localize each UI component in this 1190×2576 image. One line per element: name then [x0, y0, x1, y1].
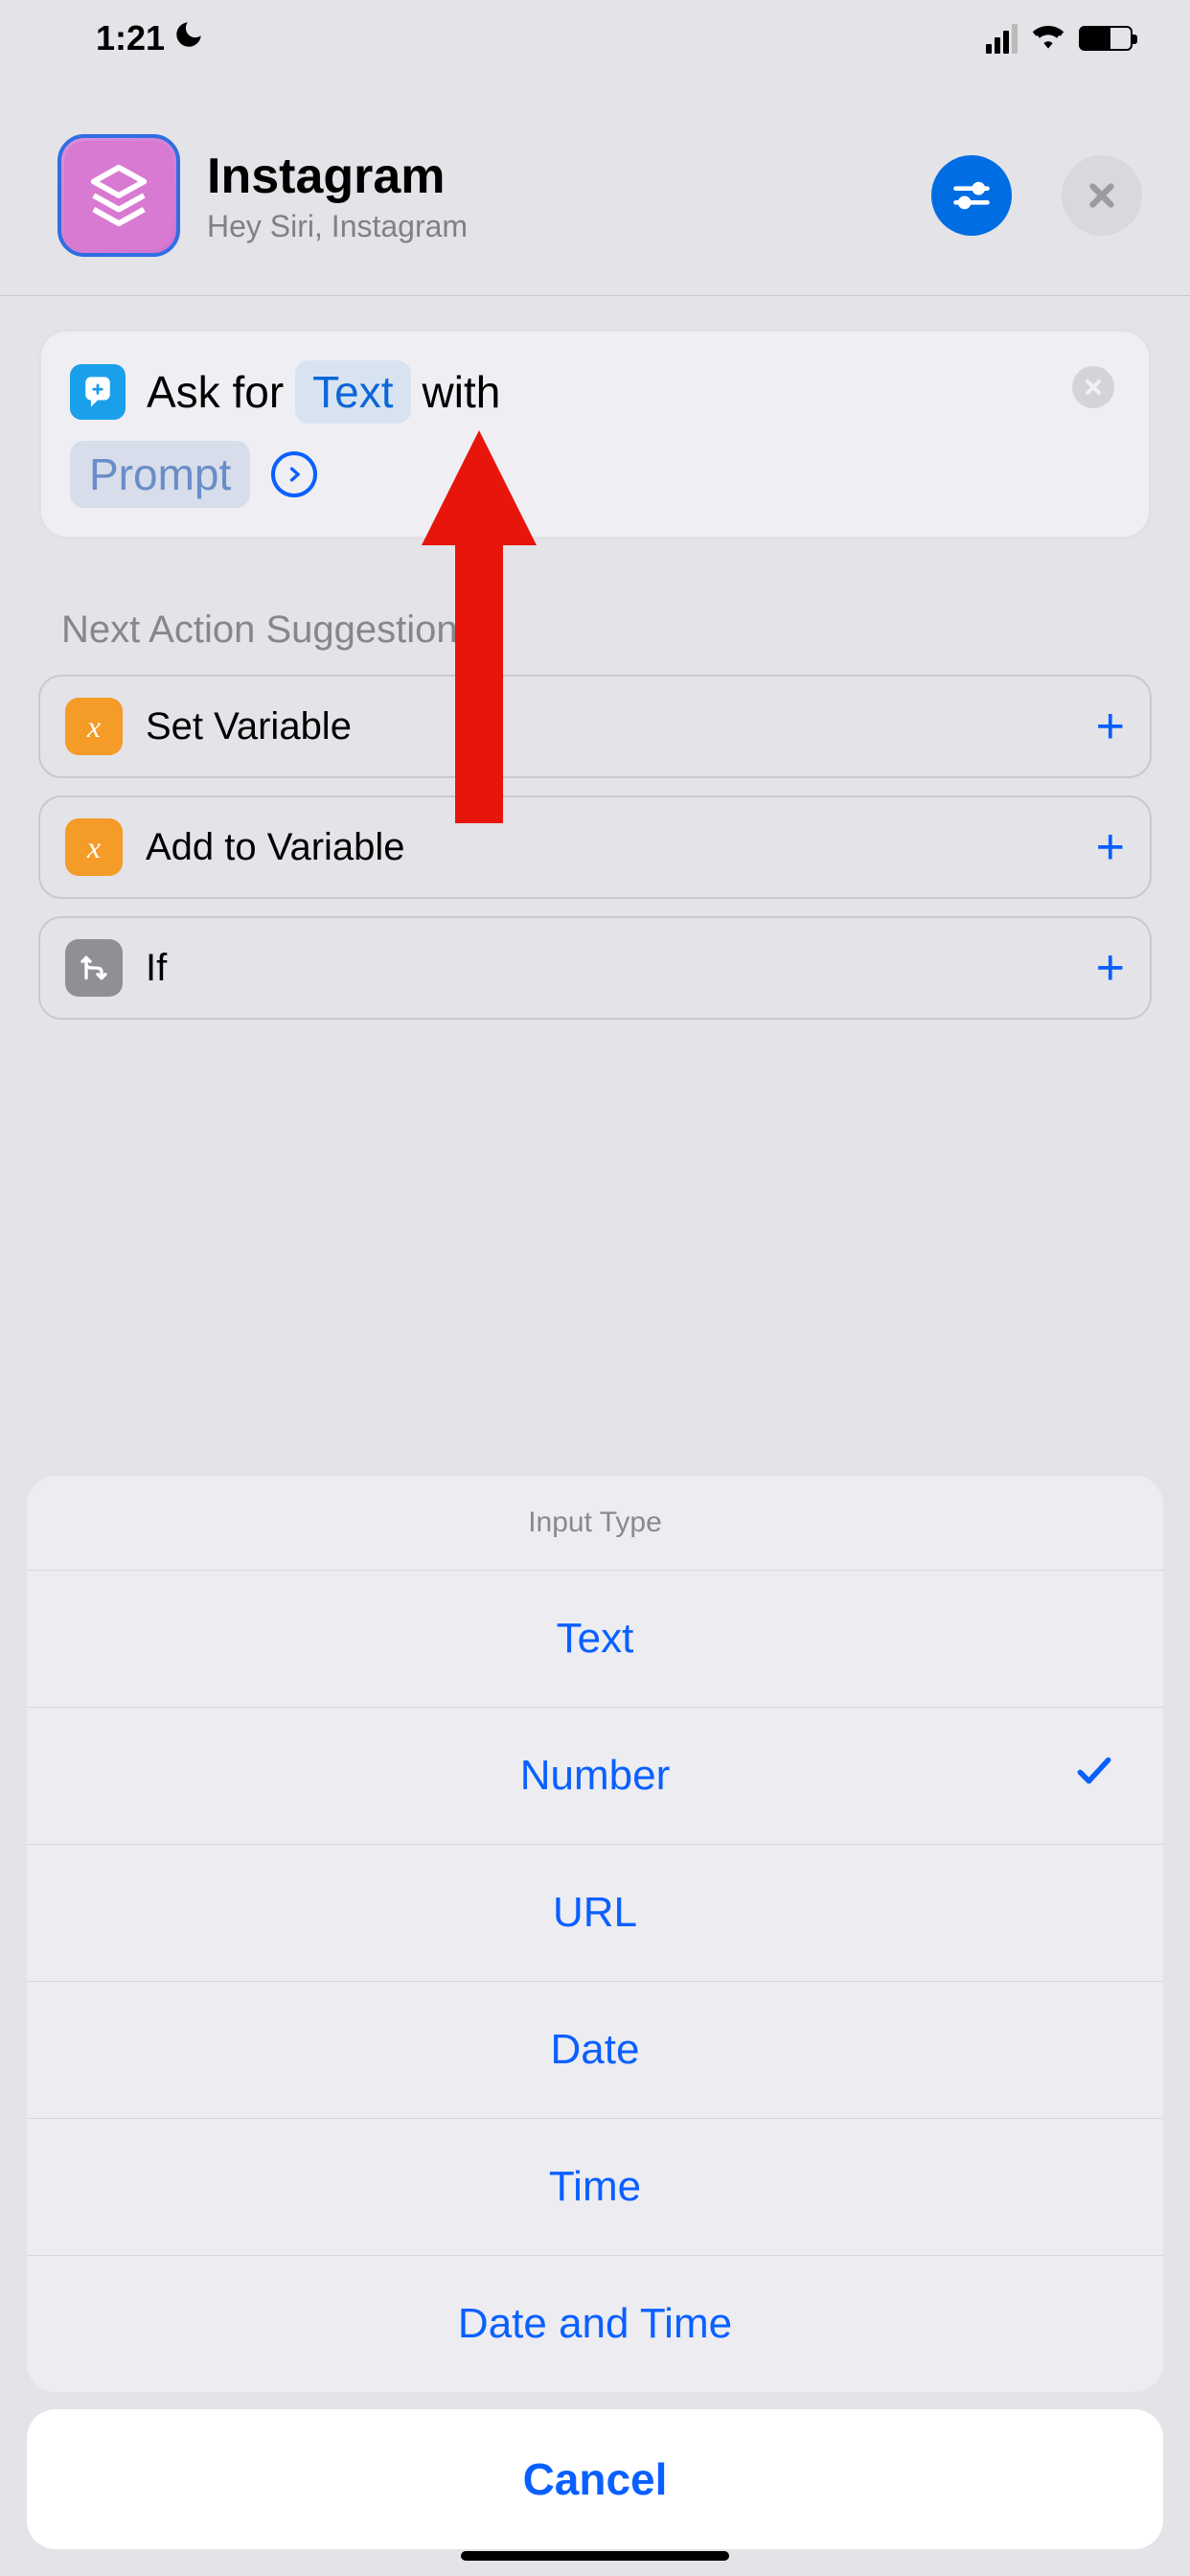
- option-url[interactable]: URL: [27, 1845, 1163, 1982]
- suggestion-add-to-variable[interactable]: x Add to Variable +: [38, 795, 1152, 899]
- shortcut-icon[interactable]: [57, 134, 180, 257]
- expand-action-button[interactable]: [271, 451, 317, 497]
- option-time[interactable]: Time: [27, 2119, 1163, 2256]
- option-label: Date and Time: [458, 2300, 732, 2347]
- option-label: Time: [549, 2163, 641, 2210]
- ask-for-input-action[interactable]: Ask for Text with Prompt: [38, 329, 1152, 540]
- branch-icon: [65, 939, 123, 997]
- status-left: 1:21: [96, 18, 205, 59]
- variable-icon: x: [65, 698, 123, 755]
- shortcut-title[interactable]: Instagram: [207, 148, 904, 205]
- action-text-ask-for: Ask for: [147, 366, 284, 418]
- variable-icon: x: [65, 818, 123, 876]
- input-type-sheet: Input Type Text Number URL Date Time Dat…: [0, 1476, 1190, 2576]
- option-label: URL: [553, 1889, 637, 1936]
- suggestion-set-variable[interactable]: x Set Variable +: [38, 675, 1152, 778]
- add-suggestion-icon: +: [1096, 939, 1125, 997]
- delete-action-button[interactable]: [1072, 366, 1114, 408]
- option-label: Text: [557, 1615, 634, 1662]
- home-indicator[interactable]: [461, 2551, 729, 2561]
- checkmark-icon: [1073, 1750, 1115, 1803]
- editor-content: Ask for Text with Prompt Next Action Sug…: [0, 296, 1190, 1020]
- status-right: [986, 21, 1133, 57]
- settings-button[interactable]: [931, 155, 1012, 236]
- suggestions-heading: Next Action Suggestions: [61, 609, 1152, 652]
- sheet-title: Input Type: [27, 1476, 1163, 1571]
- suggestion-label: If: [146, 947, 1073, 990]
- option-label: Number: [520, 1752, 671, 1799]
- prompt-parameter[interactable]: Prompt: [70, 441, 250, 508]
- ask-input-icon: [70, 364, 126, 420]
- option-label: Date: [551, 2026, 640, 2073]
- cellular-signal-icon: [986, 24, 1018, 54]
- option-date[interactable]: Date: [27, 1982, 1163, 2119]
- add-suggestion-icon: +: [1096, 698, 1125, 755]
- wifi-icon: [1031, 21, 1065, 57]
- action-text-with: with: [423, 366, 501, 418]
- suggestion-label: Add to Variable: [146, 826, 1073, 869]
- cancel-button[interactable]: Cancel: [27, 2409, 1163, 2549]
- shortcut-header: Instagram Hey Siri, Instagram: [0, 77, 1190, 296]
- suggestion-if[interactable]: If +: [38, 916, 1152, 1020]
- close-button[interactable]: [1062, 155, 1142, 236]
- option-number[interactable]: Number: [27, 1708, 1163, 1845]
- input-type-parameter[interactable]: Text: [295, 360, 410, 424]
- option-date-and-time[interactable]: Date and Time: [27, 2256, 1163, 2392]
- battery-icon: [1079, 26, 1133, 51]
- option-text[interactable]: Text: [27, 1571, 1163, 1708]
- do-not-disturb-icon: [172, 18, 205, 59]
- suggestion-label: Set Variable: [146, 705, 1073, 748]
- status-bar: 1:21: [0, 0, 1190, 77]
- status-time: 1:21: [96, 18, 165, 58]
- siri-phrase: Hey Siri, Instagram: [207, 209, 904, 244]
- add-suggestion-icon: +: [1096, 818, 1125, 876]
